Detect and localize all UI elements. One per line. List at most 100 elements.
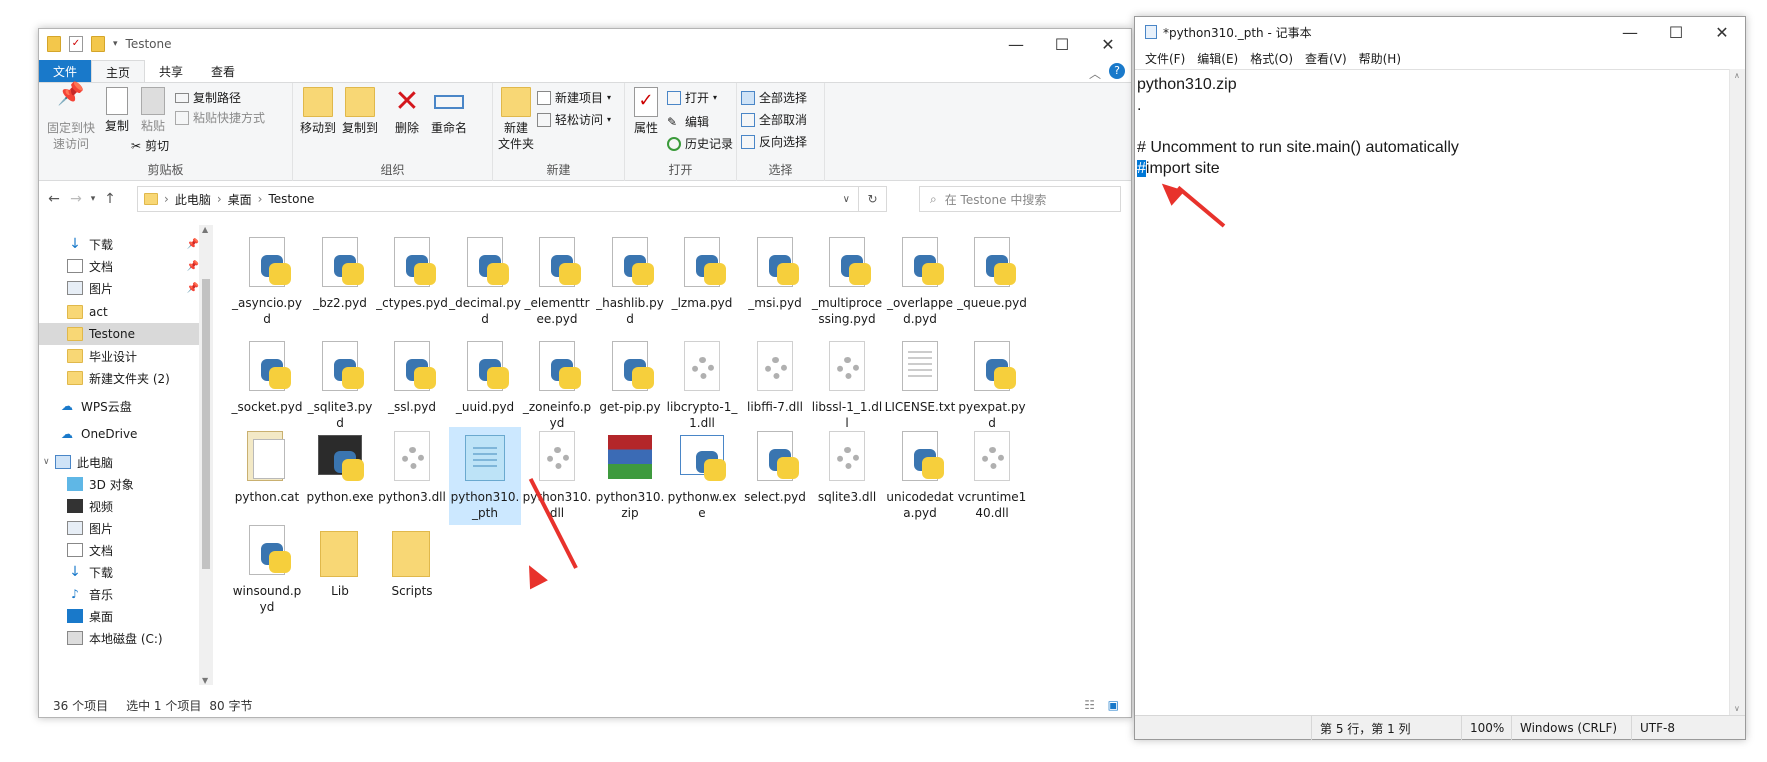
quick-access-dropdown-icon[interactable]: ▾ xyxy=(113,39,118,49)
nav-item[interactable]: 本地磁盘 (C:) xyxy=(39,627,205,649)
delete-button[interactable]: ✕ 删除 xyxy=(389,87,425,136)
help-icon[interactable]: ? xyxy=(1109,63,1125,79)
file-item[interactable]: _decimal.pyd xyxy=(449,233,521,331)
file-item[interactable]: python3.dll xyxy=(376,427,448,509)
recent-locations-icon[interactable]: ▾ xyxy=(87,194,99,204)
file-item[interactable]: _sqlite3.pyd xyxy=(304,337,376,435)
file-item[interactable]: sqlite3.dll xyxy=(811,427,883,509)
file-item[interactable]: select.pyd xyxy=(739,427,811,509)
nav-item[interactable]: 图片 📌 xyxy=(39,277,205,299)
back-arrow-icon[interactable]: ← xyxy=(43,191,65,207)
close-icon[interactable]: ✕ xyxy=(1699,17,1745,47)
menu-view[interactable]: 查看(V) xyxy=(1299,50,1353,67)
nav-item[interactable]: Testone xyxy=(39,323,205,345)
nav-item[interactable]: 桌面 xyxy=(39,605,205,627)
nav-item[interactable]: act xyxy=(39,301,205,323)
file-item[interactable]: _asyncio.pyd xyxy=(231,233,303,331)
menu-format[interactable]: 格式(O) xyxy=(1244,50,1299,67)
copy-button[interactable]: 复制 xyxy=(99,87,135,134)
up-arrow-icon[interactable]: ↑ xyxy=(99,191,121,207)
close-icon[interactable]: ✕ xyxy=(1085,29,1131,59)
file-item[interactable]: _queue.pyd xyxy=(956,233,1028,315)
copy-to-button[interactable]: 复制到 xyxy=(339,87,381,136)
navigation-scrollbar[interactable]: ▲ ▼ xyxy=(199,225,213,685)
notepad-scrollbar[interactable]: ∧ ∨ xyxy=(1729,69,1745,715)
paste-button[interactable]: 粘贴 xyxy=(135,87,171,134)
properties-quick-icon[interactable]: ✓ xyxy=(69,36,83,52)
nav-item[interactable]: 文档 📌 xyxy=(39,255,205,277)
nav-item[interactable]: ☁ WPS云盘 xyxy=(39,395,205,417)
file-item[interactable]: libffi-7.dll xyxy=(739,337,811,419)
folder-item[interactable]: Scripts xyxy=(376,521,448,603)
breadcrumb-this-pc[interactable]: 此电脑 xyxy=(175,191,211,208)
menu-help[interactable]: 帮助(H) xyxy=(1353,50,1407,67)
file-item[interactable]: vcruntime140.dll xyxy=(956,427,1028,525)
file-item[interactable]: python.cat xyxy=(231,427,303,509)
file-item[interactable]: python.exe xyxy=(304,427,376,509)
rename-button[interactable]: 重命名 xyxy=(427,87,471,136)
notepad-text-area[interactable]: python310.zip. # Uncomment to run site.ma… xyxy=(1135,69,1729,715)
history-button[interactable]: 历史记录 xyxy=(667,135,733,152)
nav-item[interactable]: ↓ 下载 xyxy=(39,561,205,583)
edit-button[interactable]: ✎ 编辑 xyxy=(667,113,709,130)
nav-item[interactable]: 3D 对象 xyxy=(39,473,205,495)
scroll-up-icon[interactable]: ∧ xyxy=(1734,71,1740,80)
nav-item[interactable]: 图片 xyxy=(39,517,205,539)
file-item[interactable]: unicodedata.pyd xyxy=(884,427,956,525)
address-dropdown-icon[interactable]: ∨ xyxy=(843,194,850,205)
easy-access-button[interactable]: 轻松访问 ▾ xyxy=(537,111,611,128)
file-item[interactable]: python310.zip xyxy=(594,427,666,525)
file-item[interactable]: _overlapped.pyd xyxy=(884,233,956,331)
address-bar[interactable]: › 此电脑 › 桌面 › Testone ∨ xyxy=(137,186,859,212)
file-item[interactable]: get-pip.py xyxy=(594,337,666,419)
nav-item[interactable]: ∨ 此电脑 xyxy=(39,451,205,473)
file-item[interactable]: python310._pth xyxy=(449,427,521,525)
maximize-icon[interactable]: ☐ xyxy=(1039,29,1085,59)
paste-shortcut-button[interactable]: 粘贴快捷方式 xyxy=(175,109,265,126)
tab-home[interactable]: 主页 xyxy=(91,60,146,82)
breadcrumb-testone[interactable]: Testone xyxy=(268,192,314,206)
file-item[interactable]: libcrypto-1_1.dll xyxy=(666,337,738,435)
scroll-down-icon[interactable]: ▼ xyxy=(202,676,208,685)
scrollbar-thumb[interactable] xyxy=(202,279,210,569)
nav-item[interactable]: 视频 xyxy=(39,495,205,517)
file-item[interactable]: pyexpat.pyd xyxy=(956,337,1028,435)
file-item[interactable]: _multiprocessing.pyd xyxy=(811,233,883,331)
collapse-ribbon-icon[interactable]: ︿ xyxy=(1089,65,1101,82)
properties-button[interactable]: ✓ 属性 xyxy=(629,87,663,136)
nav-item[interactable]: 文档 xyxy=(39,539,205,561)
file-item[interactable]: winsound.pyd xyxy=(231,521,303,619)
tab-view[interactable]: 查看 xyxy=(197,60,249,82)
expand-chevron-icon[interactable]: ∨ xyxy=(43,457,50,467)
tab-share[interactable]: 共享 xyxy=(145,60,197,82)
open-button[interactable]: 打开 ▾ xyxy=(667,89,717,106)
cut-button[interactable]: ✂ 剪切 xyxy=(131,137,169,154)
move-to-button[interactable]: 移动到 xyxy=(297,87,339,136)
select-all-button[interactable]: 全部选择 xyxy=(741,89,807,106)
details-view-icon[interactable]: ☷ xyxy=(1084,698,1095,712)
pin-quick-access-button[interactable]: 📌 固定到快 速访问 xyxy=(43,84,99,152)
nav-item[interactable]: ☁ OneDrive xyxy=(39,423,205,445)
file-item[interactable]: _zoneinfo.pyd xyxy=(521,337,593,435)
minimize-icon[interactable]: — xyxy=(1607,17,1653,47)
file-item[interactable]: python310.dll xyxy=(521,427,593,525)
breadcrumb-desktop[interactable]: 桌面 xyxy=(228,191,252,208)
file-item[interactable]: _uuid.pyd xyxy=(449,337,521,419)
invert-selection-button[interactable]: 反向选择 xyxy=(741,133,807,150)
nav-item[interactable]: ♪ 音乐 xyxy=(39,583,205,605)
menu-file[interactable]: 文件(F) xyxy=(1139,50,1191,67)
file-item[interactable]: _socket.pyd xyxy=(231,337,303,419)
search-box[interactable]: ⌕ 在 Testone 中搜索 xyxy=(919,186,1121,212)
large-icons-view-icon[interactable]: ▣ xyxy=(1108,698,1119,712)
file-item[interactable]: _msi.pyd xyxy=(739,233,811,315)
folder-item[interactable]: Lib xyxy=(304,521,376,603)
nav-item[interactable]: ↓ 下载 📌 xyxy=(39,233,205,255)
file-item[interactable]: _hashlib.pyd xyxy=(594,233,666,331)
copy-path-button[interactable]: 复制路径 xyxy=(175,89,241,106)
file-item[interactable]: _lzma.pyd xyxy=(666,233,738,315)
maximize-icon[interactable]: ☐ xyxy=(1653,17,1699,47)
refresh-button[interactable]: ↻ xyxy=(859,186,887,212)
new-folder-quick-icon[interactable] xyxy=(91,36,105,52)
minimize-icon[interactable]: — xyxy=(993,29,1039,59)
new-item-button[interactable]: 新建项目 ▾ xyxy=(537,89,611,106)
